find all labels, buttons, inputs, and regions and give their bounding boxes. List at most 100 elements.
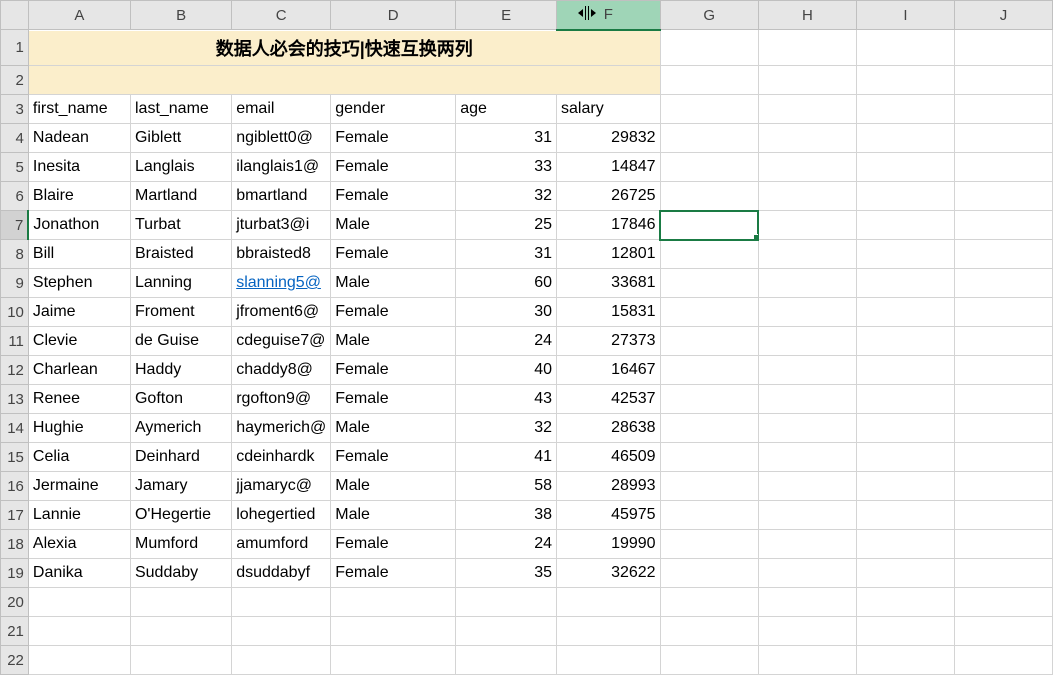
cell-H5[interactable] <box>758 153 856 182</box>
cell-C14[interactable]: haymerich@ <box>232 414 331 443</box>
row-header-13[interactable]: 13 <box>1 385 29 414</box>
cell-H7[interactable] <box>758 211 856 240</box>
cell-C19[interactable]: dsuddabyf <box>232 559 331 588</box>
cell-E10[interactable]: 30 <box>456 298 557 327</box>
cell-F8[interactable]: 12801 <box>557 240 661 269</box>
cell-A21[interactable] <box>28 617 130 646</box>
cell-H20[interactable] <box>758 588 856 617</box>
cell[interactable] <box>954 66 1052 95</box>
cell-D14[interactable]: Male <box>331 414 456 443</box>
cell-E5[interactable]: 33 <box>456 153 557 182</box>
cell-D7[interactable]: Male <box>331 211 456 240</box>
cell-B16[interactable]: Jamary <box>130 472 231 501</box>
cell-G19[interactable] <box>660 559 758 588</box>
cell-H17[interactable] <box>758 501 856 530</box>
title-cell[interactable]: 数据人必会的技巧|快速互换两列 <box>28 30 660 66</box>
cell-H6[interactable] <box>758 182 856 211</box>
cell-D17[interactable]: Male <box>331 501 456 530</box>
cell-I6[interactable] <box>857 182 955 211</box>
cell-G14[interactable] <box>660 414 758 443</box>
cell-F22[interactable] <box>557 646 661 675</box>
cell-C11[interactable]: cdeguise7@ <box>232 327 331 356</box>
row-header-9[interactable]: 9 <box>1 269 29 298</box>
email-link[interactable]: slanning5@ <box>236 274 321 291</box>
cell-B12[interactable]: Haddy <box>130 356 231 385</box>
cell-F20[interactable] <box>557 588 661 617</box>
cell-J6[interactable] <box>954 182 1052 211</box>
cell-B18[interactable]: Mumford <box>130 530 231 559</box>
cell-F14[interactable]: 28638 <box>557 414 661 443</box>
row-header-18[interactable]: 18 <box>1 530 29 559</box>
cell-G20[interactable] <box>660 588 758 617</box>
cell-F17[interactable]: 45975 <box>557 501 661 530</box>
cell-I8[interactable] <box>857 240 955 269</box>
cell-I11[interactable] <box>857 327 955 356</box>
cell-D22[interactable] <box>331 646 456 675</box>
row-header-15[interactable]: 15 <box>1 443 29 472</box>
cell-A18[interactable]: Alexia <box>28 530 130 559</box>
cell[interactable] <box>857 66 955 95</box>
cell-C12[interactable]: chaddy8@ <box>232 356 331 385</box>
cell-I4[interactable] <box>857 124 955 153</box>
cell-E17[interactable]: 38 <box>456 501 557 530</box>
cell-I16[interactable] <box>857 472 955 501</box>
cell-E18[interactable]: 24 <box>456 530 557 559</box>
row-header-22[interactable]: 22 <box>1 646 29 675</box>
cell-C13[interactable]: rgofton9@ <box>232 385 331 414</box>
cell-D12[interactable]: Female <box>331 356 456 385</box>
cell-D11[interactable]: Male <box>331 327 456 356</box>
cell-C10[interactable]: jfroment6@ <box>232 298 331 327</box>
cell-B19[interactable]: Suddaby <box>130 559 231 588</box>
cell-F6[interactable]: 26725 <box>557 182 661 211</box>
cell-D8[interactable]: Female <box>331 240 456 269</box>
cell-E16[interactable]: 58 <box>456 472 557 501</box>
cell-D15[interactable]: Female <box>331 443 456 472</box>
cell-F9[interactable]: 33681 <box>557 269 661 298</box>
cell-C20[interactable] <box>232 588 331 617</box>
cell-G9[interactable] <box>660 269 758 298</box>
cell-J12[interactable] <box>954 356 1052 385</box>
cell[interactable] <box>660 66 758 95</box>
cell-F10[interactable]: 15831 <box>557 298 661 327</box>
cell-J10[interactable] <box>954 298 1052 327</box>
cell-I18[interactable] <box>857 530 955 559</box>
cell-H14[interactable] <box>758 414 856 443</box>
row-header-12[interactable]: 12 <box>1 356 29 385</box>
cell-C6[interactable]: bmartland <box>232 182 331 211</box>
row-header-3[interactable]: 3 <box>1 95 29 124</box>
cell-F11[interactable]: 27373 <box>557 327 661 356</box>
cell-G10[interactable] <box>660 298 758 327</box>
cell-C5[interactable]: ilanglais1@ <box>232 153 331 182</box>
cell-C22[interactable] <box>232 646 331 675</box>
cell-A17[interactable]: Lannie <box>28 501 130 530</box>
cell-E6[interactable]: 32 <box>456 182 557 211</box>
cell-J21[interactable] <box>954 617 1052 646</box>
cell-B10[interactable]: Froment <box>130 298 231 327</box>
cell-G18[interactable] <box>660 530 758 559</box>
header-cell-A[interactable]: first_name <box>28 95 130 124</box>
cell-B7[interactable]: Turbat <box>130 211 231 240</box>
column-header-I[interactable]: I <box>857 1 955 30</box>
cell-G13[interactable] <box>660 385 758 414</box>
header-cell-I[interactable] <box>857 95 955 124</box>
cell-G11[interactable] <box>660 327 758 356</box>
cell-C17[interactable]: lohegertied <box>232 501 331 530</box>
cell-A15[interactable]: Celia <box>28 443 130 472</box>
cell-E8[interactable]: 31 <box>456 240 557 269</box>
cell-A8[interactable]: Bill <box>28 240 130 269</box>
cell-A20[interactable] <box>28 588 130 617</box>
cell-F4[interactable]: 29832 <box>557 124 661 153</box>
cell-B21[interactable] <box>130 617 231 646</box>
cell-F16[interactable]: 28993 <box>557 472 661 501</box>
cell-H15[interactable] <box>758 443 856 472</box>
cell-J4[interactable] <box>954 124 1052 153</box>
cell-G16[interactable] <box>660 472 758 501</box>
cell-J5[interactable] <box>954 153 1052 182</box>
cell-H18[interactable] <box>758 530 856 559</box>
cell-D20[interactable] <box>331 588 456 617</box>
header-cell-F[interactable]: salary <box>557 95 661 124</box>
cell-F18[interactable]: 19990 <box>557 530 661 559</box>
cell[interactable] <box>758 30 856 66</box>
cell-J22[interactable] <box>954 646 1052 675</box>
cell-D13[interactable]: Female <box>331 385 456 414</box>
